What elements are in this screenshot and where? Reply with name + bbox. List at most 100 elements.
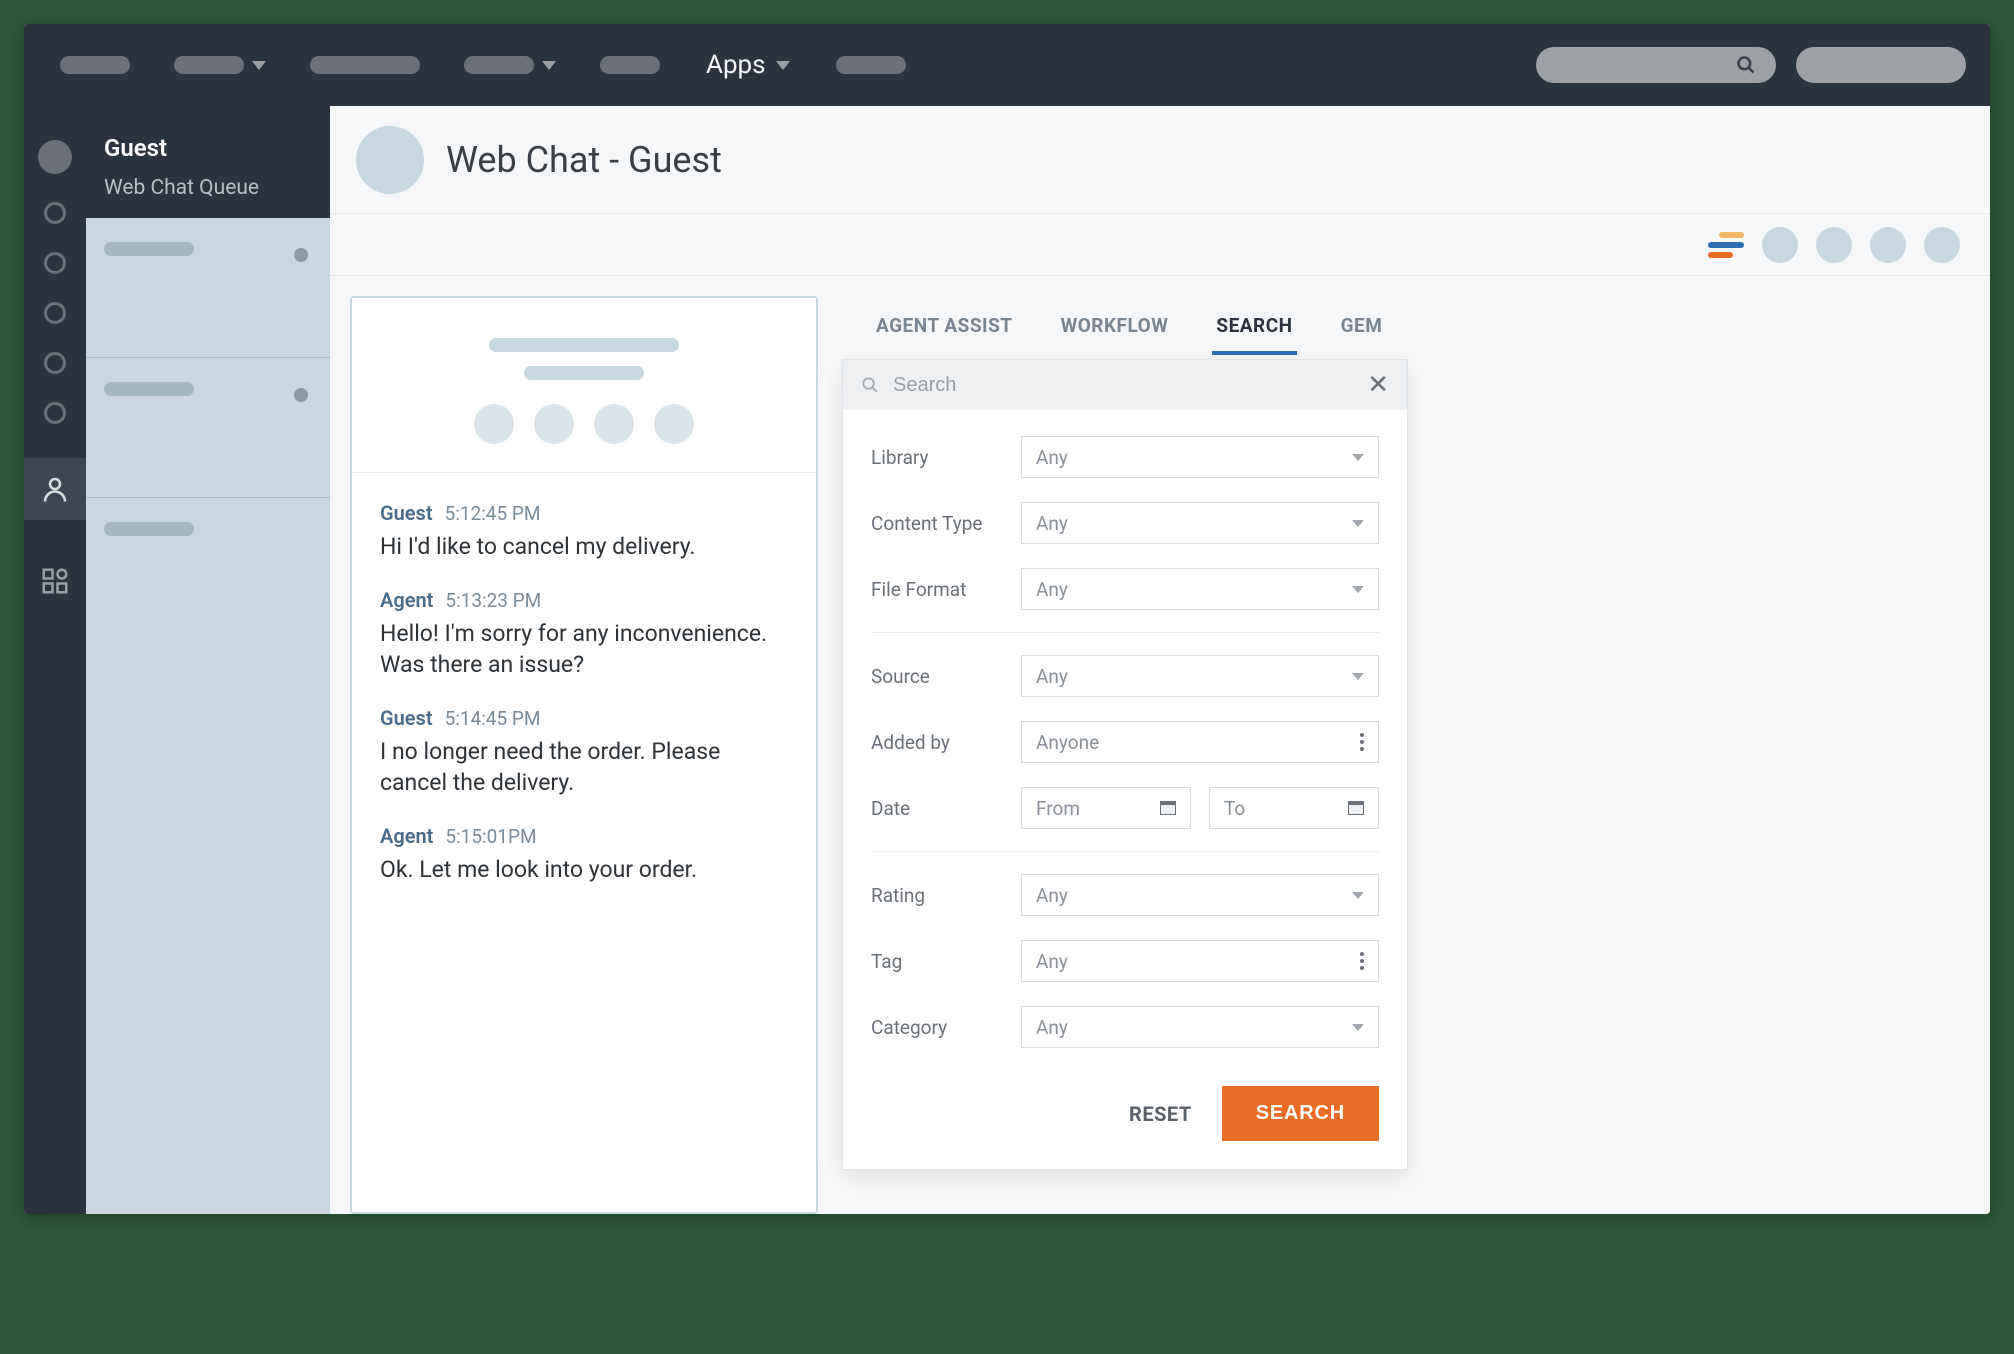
- filter-label: Content Type: [871, 512, 1021, 535]
- rating-select[interactable]: Any: [1021, 874, 1379, 916]
- guest-avatar: [356, 126, 424, 194]
- msg-sender: Agent: [380, 824, 433, 848]
- search-panel-actions: RESET SEARCH: [843, 1060, 1407, 1169]
- search-panel: ✕ Library Any Content Type Any: [842, 359, 1408, 1170]
- msg-text: Hello! I'm sorry for any inconvenience. …: [380, 618, 788, 680]
- toolbar-action-3[interactable]: [1870, 227, 1906, 263]
- msg-time: 5:15:01PM: [445, 825, 536, 848]
- date-to-input[interactable]: To: [1209, 787, 1379, 829]
- chat-action-4[interactable]: [654, 404, 694, 444]
- filter-file-format: File Format Any: [871, 556, 1379, 622]
- filter-label: Library: [871, 446, 1021, 469]
- content-header: Web Chat - Guest: [330, 106, 1990, 214]
- toolbar-action-4[interactable]: [1924, 227, 1960, 263]
- tab-agent-assist[interactable]: AGENT ASSIST: [872, 304, 1017, 355]
- tabs: AGENT ASSIST WORKFLOW SEARCH GEM: [842, 296, 1960, 355]
- content-body: Guest 5:12:45 PM Hi I'd like to cancel my…: [330, 276, 1990, 1214]
- rail-item-4[interactable]: [44, 352, 66, 374]
- date-from-input[interactable]: From: [1021, 787, 1191, 829]
- source-select[interactable]: Any: [1021, 655, 1379, 697]
- chat-message: Agent 5:15:01PM Ok. Let me look into your…: [380, 824, 788, 885]
- filter-label: Added by: [871, 731, 1021, 754]
- reset-button[interactable]: RESET: [1129, 1102, 1192, 1126]
- nav-apps-dropdown[interactable]: Apps: [692, 50, 804, 80]
- page-title: Web Chat - Guest: [446, 139, 722, 181]
- rail-item-2[interactable]: [44, 252, 66, 274]
- chat-action-3[interactable]: [594, 404, 634, 444]
- nav-item-3[interactable]: [298, 56, 432, 74]
- nav-item-4[interactable]: [452, 56, 568, 74]
- chevron-down-icon: [1352, 673, 1364, 680]
- chat-action-1[interactable]: [474, 404, 514, 444]
- rail-item-1[interactable]: [44, 202, 66, 224]
- queue-item[interactable]: [86, 358, 330, 498]
- close-icon[interactable]: ✕: [1367, 370, 1389, 400]
- rail-item-3[interactable]: [44, 302, 66, 324]
- person-icon: [40, 474, 70, 504]
- apps-grid-icon[interactable]: [40, 566, 70, 596]
- queue-item[interactable]: [86, 498, 330, 638]
- chat-message: Guest 5:12:45 PM Hi I'd like to cancel my…: [380, 501, 788, 562]
- rail-avatar[interactable]: [38, 140, 72, 174]
- queue-item[interactable]: [86, 218, 330, 358]
- user-profile-pill[interactable]: [1796, 47, 1966, 83]
- filter-added-by: Added by Anyone: [871, 709, 1379, 775]
- chat-messages: Guest 5:12:45 PM Hi I'd like to cancel my…: [352, 473, 816, 913]
- chat-message: Guest5:14:45 PM I no longer need the ord…: [380, 706, 788, 798]
- filter-label: Date: [871, 797, 1021, 820]
- filter-tag: Tag Any: [871, 928, 1379, 994]
- filter-content-type: Content Type Any: [871, 490, 1379, 556]
- chevron-down-icon: [252, 61, 266, 70]
- chevron-down-icon: [1352, 586, 1364, 593]
- brand-logo-icon: [1708, 227, 1744, 263]
- nav-item-6[interactable]: [824, 56, 918, 74]
- content-type-select[interactable]: Any: [1021, 502, 1379, 544]
- toolbar-action-2[interactable]: [1816, 227, 1852, 263]
- chat-action-2[interactable]: [534, 404, 574, 444]
- filter-label: Source: [871, 665, 1021, 688]
- chevron-down-icon: [542, 61, 556, 70]
- topbar: Apps: [24, 24, 1990, 106]
- sidebar-subtitle: Web Chat Queue: [104, 176, 312, 200]
- toolbar-action-1[interactable]: [1762, 227, 1798, 263]
- tab-workflow[interactable]: WORKFLOW: [1057, 304, 1173, 355]
- search-input[interactable]: [893, 374, 1353, 397]
- search-icon: [861, 376, 879, 394]
- library-select[interactable]: Any: [1021, 436, 1379, 478]
- filter-label: Tag: [871, 950, 1021, 973]
- msg-time: 5:12:45 PM: [445, 502, 541, 525]
- tab-search[interactable]: SEARCH: [1212, 304, 1296, 355]
- chat-message: Agent5:13:23 PM Hello! I'm sorry for any…: [380, 588, 788, 680]
- app-frame: Apps Guest Web Chat Queue: [24, 24, 1990, 1214]
- filter-library: Library Any: [871, 424, 1379, 490]
- file-format-select[interactable]: Any: [1021, 568, 1379, 610]
- chevron-down-icon: [776, 61, 790, 70]
- msg-sender: Guest: [380, 501, 433, 525]
- sidebar-list: [86, 218, 330, 1214]
- nav-apps-label: Apps: [706, 50, 766, 80]
- global-search[interactable]: [1536, 47, 1776, 83]
- msg-sender: Agent: [380, 588, 433, 612]
- nav-item-1[interactable]: [48, 56, 142, 74]
- tag-select[interactable]: Any: [1021, 940, 1379, 982]
- added-by-select[interactable]: Anyone: [1021, 721, 1379, 763]
- tab-gem[interactable]: GEM: [1337, 304, 1387, 355]
- msg-text: Hi I'd like to cancel my delivery.: [380, 531, 788, 562]
- search-icon: [1736, 55, 1756, 75]
- search-bar: ✕: [843, 360, 1407, 410]
- filter-category: Category Any: [871, 994, 1379, 1060]
- category-select[interactable]: Any: [1021, 1006, 1379, 1048]
- nav-item-5[interactable]: [588, 56, 672, 74]
- chevron-down-icon: [1352, 520, 1364, 527]
- nav-item-2[interactable]: [162, 56, 278, 74]
- filter-label: File Format: [871, 578, 1021, 601]
- msg-text: Ok. Let me look into your order.: [380, 854, 788, 885]
- chat-header-placeholder: [352, 298, 816, 473]
- rail-item-people-active[interactable]: [24, 458, 86, 520]
- main-row: Guest Web Chat Queue Web Chat - Guest: [24, 106, 1990, 1214]
- search-button[interactable]: SEARCH: [1222, 1086, 1379, 1141]
- chevron-down-icon: [1352, 1024, 1364, 1031]
- rail-item-5[interactable]: [44, 402, 66, 424]
- sidebar-title: Guest: [104, 134, 312, 162]
- chat-panel: Guest 5:12:45 PM Hi I'd like to cancel my…: [350, 296, 818, 1214]
